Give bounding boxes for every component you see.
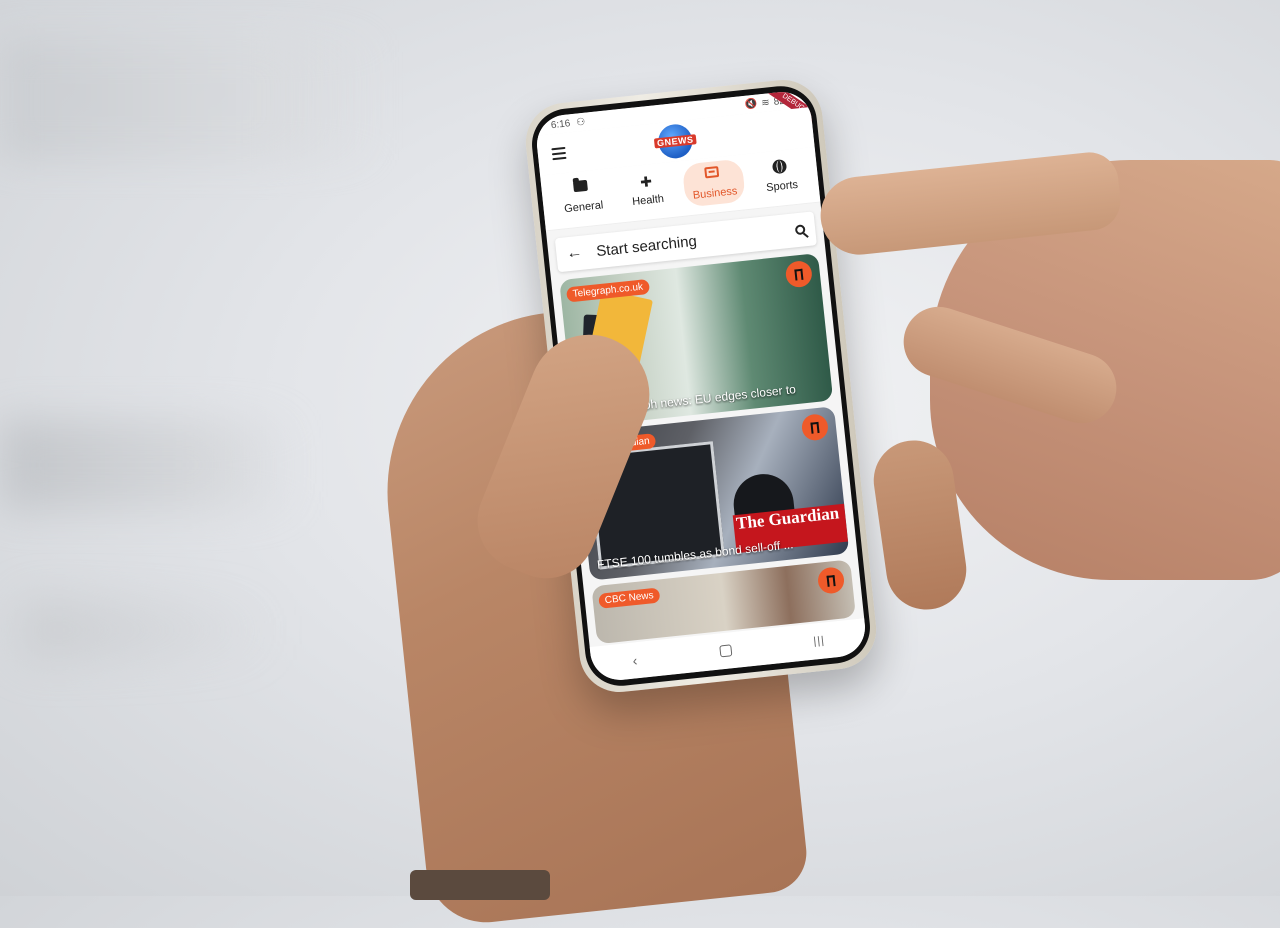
notification-icon: ⚇: [575, 116, 586, 129]
health-icon: ✚: [639, 173, 653, 191]
nav-back-icon[interactable]: ‹: [632, 652, 638, 668]
tab-general[interactable]: General: [553, 173, 612, 222]
sports-icon: [771, 158, 787, 175]
bookmark-icon: [794, 268, 804, 281]
bookmark-button[interactable]: [816, 566, 846, 595]
search-icon[interactable]: [794, 224, 806, 236]
nav-home-icon[interactable]: [718, 644, 732, 658]
bookmark-button[interactable]: [800, 413, 830, 442]
mute-icon: 🔇: [744, 98, 758, 111]
app-logo: GNEWS: [653, 122, 697, 161]
tab-sports[interactable]: Sports: [755, 152, 807, 200]
tab-label: Sports: [765, 178, 799, 195]
tab-business[interactable]: Business: [681, 158, 747, 208]
wifi-icon: ≋: [760, 96, 771, 109]
source-tag: CBC News: [598, 587, 661, 609]
background-blur: [0, 40, 380, 160]
folder-icon: [573, 179, 589, 193]
tab-label: Health: [631, 192, 665, 209]
bookmark-button[interactable]: [784, 259, 814, 289]
business-icon: [704, 165, 720, 179]
status-time: 6:16: [550, 117, 571, 131]
nav-recents-icon[interactable]: |||: [813, 634, 826, 647]
tab-label: Business: [692, 185, 738, 202]
tab-health[interactable]: ✚ Health: [621, 166, 673, 214]
bookmark-icon: [826, 574, 836, 587]
background-blur: [0, 420, 300, 510]
search-input[interactable]: Start searching: [595, 223, 782, 259]
tab-label: General: [563, 199, 604, 216]
bookmark-icon: [810, 421, 820, 434]
back-arrow-icon[interactable]: ←: [566, 244, 584, 264]
menu-icon[interactable]: [551, 146, 567, 161]
logo-text: GNEWS: [653, 134, 697, 149]
background-blur: [20, 600, 280, 660]
